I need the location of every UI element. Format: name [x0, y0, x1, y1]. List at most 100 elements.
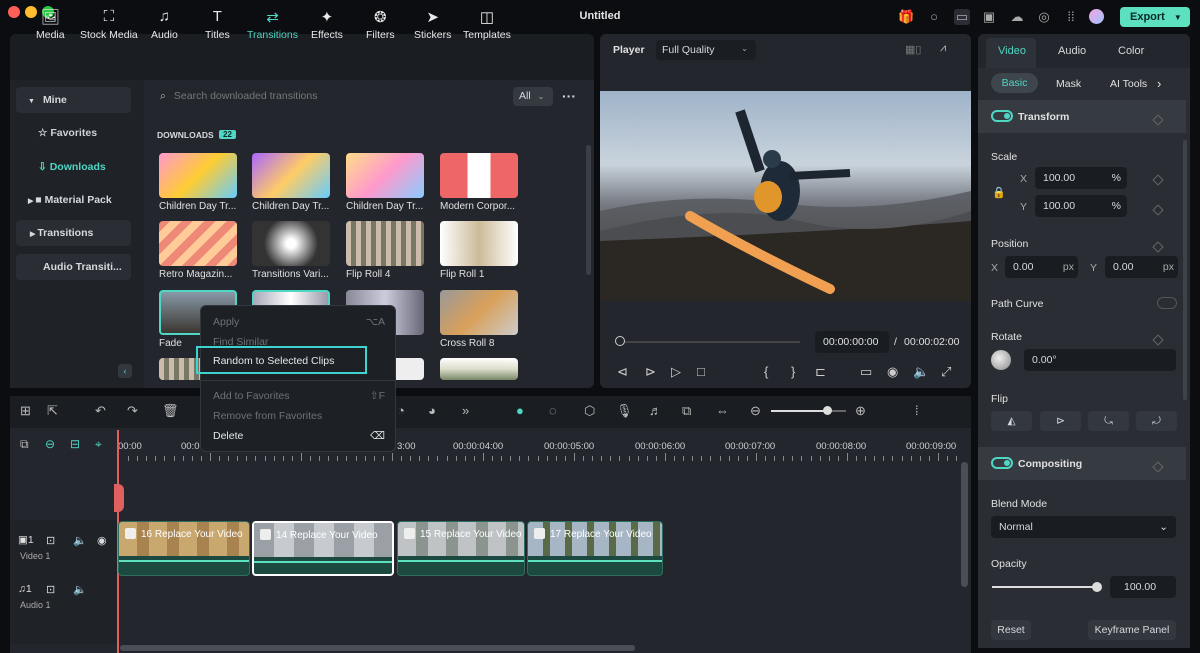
- filter-dropdown[interactable]: All ⌄: [513, 87, 553, 106]
- transition-thumbnail[interactable]: [440, 290, 518, 335]
- color-icon[interactable]: ◕: [428, 403, 436, 418]
- undo-icon[interactable]: ↶: [95, 403, 106, 419]
- transition-thumbnail[interactable]: [346, 221, 424, 266]
- link-icon[interactable]: ⊖: [45, 437, 55, 451]
- eye-icon[interactable]: ◉: [97, 534, 107, 547]
- mark-out-icon[interactable]: }: [791, 364, 795, 379]
- path-curve-toggle[interactable]: [1157, 297, 1177, 309]
- redo-icon[interactable]: ↷: [127, 403, 138, 419]
- transition-thumbnail[interactable]: [159, 153, 237, 198]
- fullscreen-icon[interactable]: ⤢: [941, 364, 951, 380]
- inspector-scrollbar[interactable]: [1183, 140, 1187, 400]
- transition-thumbnail[interactable]: [252, 221, 330, 266]
- volume-icon[interactable]: 🔈: [913, 364, 929, 380]
- grid-view-icon[interactable]: ▦▯: [905, 43, 921, 56]
- timeline-vscrollbar[interactable]: [961, 462, 968, 587]
- transition-thumbnail[interactable]: [252, 153, 330, 198]
- playback-progress[interactable]: [620, 341, 800, 343]
- layout-icon[interactable]: ⊞: [20, 403, 31, 419]
- scale-x-input[interactable]: 100.00%: [1035, 167, 1127, 189]
- subtab-ai-tools[interactable]: AI Tools: [1110, 78, 1147, 90]
- marker-icon[interactable]: ⬡: [584, 403, 595, 419]
- marker-icon[interactable]: ⊏: [815, 364, 826, 380]
- avatar[interactable]: [1089, 9, 1104, 24]
- flip-vertical-button[interactable]: ⊳: [1040, 411, 1081, 431]
- play-icon[interactable]: ▷: [671, 364, 681, 380]
- library-scrollbar[interactable]: [586, 145, 591, 275]
- render-icon[interactable]: ◌: [549, 403, 557, 418]
- transition-thumbnail[interactable]: [440, 358, 518, 380]
- sidebar-item-downloads[interactable]: ⇩ Downloads: [16, 154, 131, 180]
- layout-icon[interactable]: ▭: [954, 9, 970, 25]
- cloud-icon[interactable]: ☁: [1009, 9, 1025, 25]
- chevron-right-icon[interactable]: ›: [1157, 76, 1161, 91]
- tab-transitions[interactable]: ⇄ Transitions: [247, 8, 298, 41]
- menu-item-delete[interactable]: Delete ⌫: [213, 430, 385, 442]
- marker-handle[interactable]: [114, 484, 124, 512]
- save-icon[interactable]: ▣: [981, 9, 997, 25]
- sidebar-item-material-pack[interactable]: ▶ ■ Material Pack: [16, 187, 131, 213]
- volume-icon[interactable]: 🔈: [73, 534, 87, 547]
- volume-icon[interactable]: 🔈: [73, 583, 87, 596]
- menu-item-remove-from-favorites[interactable]: Remove from Favorites: [213, 410, 385, 422]
- tab-stickers[interactable]: ➤ Stickers: [414, 8, 451, 41]
- keyframe-panel-button[interactable]: Keyframe Panel: [1088, 620, 1176, 640]
- opacity-slider[interactable]: [992, 586, 1097, 588]
- rotate-right-button[interactable]: ⤿: [1088, 411, 1129, 431]
- sidebar-item-favorites[interactable]: ☆ Favorites: [16, 120, 131, 146]
- mic-icon[interactable]: 🎙: [616, 403, 633, 419]
- tab-titles[interactable]: T Titles: [205, 8, 230, 41]
- lock-icon[interactable]: 🔒: [992, 186, 1006, 199]
- video-clip[interactable]: 16 Replace Your Video: [118, 521, 250, 576]
- position-x-input[interactable]: 0.00 px: [1005, 256, 1078, 278]
- snapshot-icon[interactable]: ◉: [887, 364, 898, 380]
- tab-stock-media[interactable]: ⛶ Stock Media: [80, 8, 138, 41]
- waveform-icon[interactable]: ⩘: [940, 42, 946, 55]
- ai-icon[interactable]: ●: [516, 403, 524, 418]
- collapse-sidebar-button[interactable]: ‹: [118, 364, 132, 378]
- rotate-left-button[interactable]: ⤾: [1136, 411, 1177, 431]
- search-input[interactable]: ⌕ Search downloaded transitions: [160, 90, 317, 103]
- flip-horizontal-button[interactable]: ◭: [991, 411, 1032, 431]
- stop-icon[interactable]: □: [697, 364, 705, 379]
- menu-item-random-to-selected-clips[interactable]: Random to Selected Clips: [213, 355, 385, 367]
- record-icon[interactable]: ○: [926, 9, 942, 25]
- group-icon[interactable]: ⊟: [70, 437, 80, 451]
- speed-icon[interactable]: ◔: [397, 403, 405, 418]
- tab-audio[interactable]: ♫ Audio: [151, 8, 178, 41]
- menu-item-add-to-favorites[interactable]: Add to Favorites ⇧F: [213, 390, 385, 402]
- zoom-in-icon[interactable]: ⊕: [855, 403, 866, 419]
- display-icon[interactable]: ▭: [860, 364, 872, 380]
- tab-video[interactable]: Video: [998, 45, 1026, 57]
- transition-thumbnail[interactable]: [440, 221, 518, 266]
- scale-y-input[interactable]: 100.00%: [1035, 195, 1127, 217]
- select-icon[interactable]: ⇱: [47, 403, 58, 419]
- zoom-slider[interactable]: [771, 410, 846, 412]
- video-clip[interactable]: 15 Replace Your Video: [397, 521, 525, 576]
- transition-thumbnail[interactable]: [346, 153, 424, 198]
- opacity-slider-handle[interactable]: [1092, 582, 1102, 592]
- playhead-handle[interactable]: [615, 336, 625, 346]
- delete-icon[interactable]: 🗑: [162, 403, 179, 419]
- sidebar-item-transitions[interactable]: ▶ Transitions: [16, 220, 131, 246]
- tab-color[interactable]: Color: [1118, 45, 1144, 57]
- tracks-icon[interactable]: ⁞: [915, 403, 919, 418]
- timeline-hscrollbar[interactable]: [120, 645, 635, 651]
- quality-dropdown[interactable]: Full Quality ⌄: [656, 40, 756, 60]
- gift-icon[interactable]: 🎁: [898, 9, 914, 25]
- snap-icon[interactable]: ⌖: [95, 437, 102, 452]
- play-frame-icon[interactable]: ⊳: [645, 364, 656, 380]
- transition-thumbnail[interactable]: [159, 221, 237, 266]
- support-icon[interactable]: ◎: [1036, 9, 1052, 25]
- tab-filters[interactable]: ❂ Filters: [366, 8, 395, 41]
- current-time[interactable]: 00:00:00:00: [815, 331, 889, 353]
- lock-icon[interactable]: ⊡: [46, 534, 55, 547]
- export-button[interactable]: Export ▼: [1120, 7, 1190, 27]
- pip-icon[interactable]: ⧉: [682, 403, 691, 419]
- menu-item-apply[interactable]: Apply ⌥A: [213, 316, 385, 328]
- tab-audio[interactable]: Audio: [1058, 45, 1086, 57]
- video-clip[interactable]: 17 Replace Your Video: [527, 521, 663, 576]
- subtab-mask[interactable]: Mask: [1056, 78, 1081, 90]
- more-options-icon[interactable]: ···: [562, 88, 576, 104]
- tab-templates[interactable]: ◫ Templates: [463, 8, 511, 41]
